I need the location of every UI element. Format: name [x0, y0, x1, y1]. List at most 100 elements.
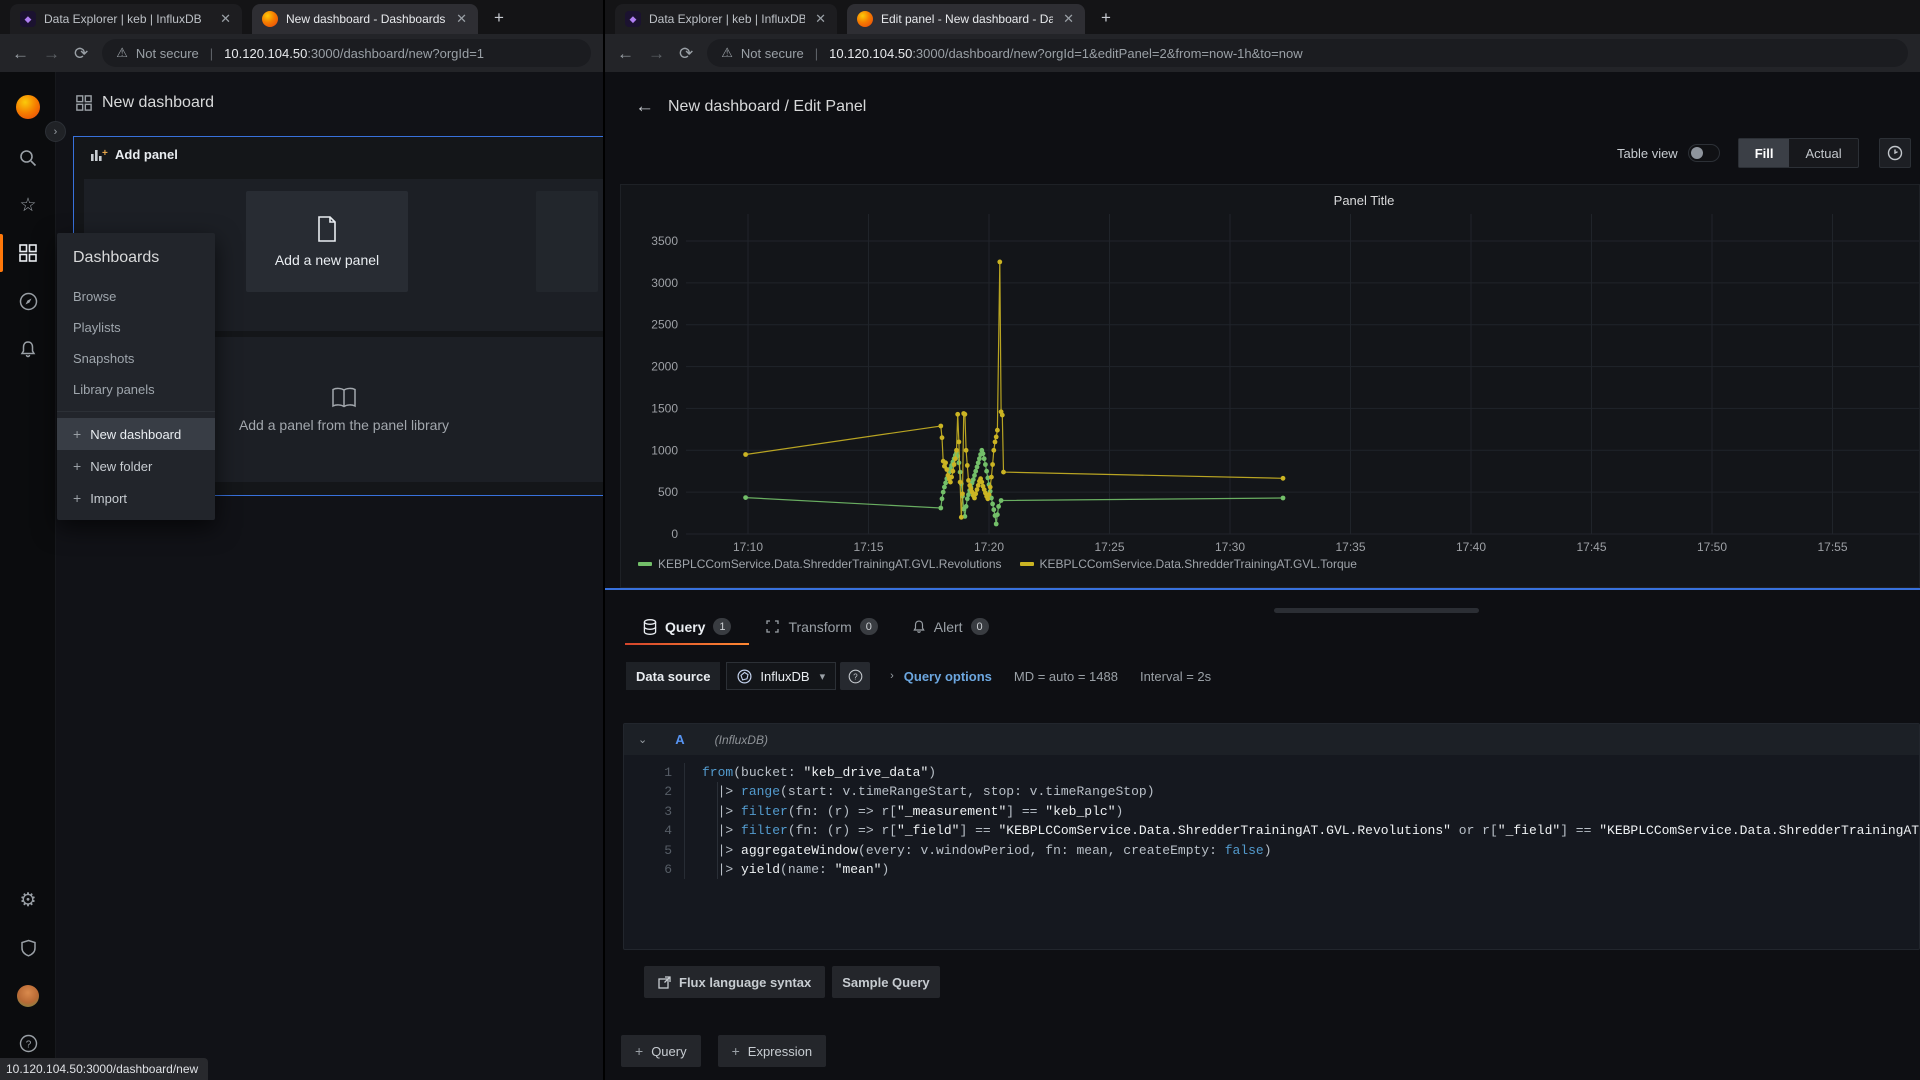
help-circle-icon: ? — [848, 669, 863, 684]
grafana-favicon-icon — [262, 11, 278, 27]
actual-button[interactable]: Actual — [1789, 139, 1857, 167]
code-line[interactable]: 3 |> filter(fn: (r) => r["_measurement"]… — [624, 802, 1919, 821]
plus-icon: + — [732, 1043, 740, 1059]
server-admin-shield-icon[interactable] — [0, 928, 56, 968]
code-line[interactable]: 6 |> yield(name: "mean") — [624, 860, 1919, 879]
close-tab-icon[interactable]: ✕ — [813, 11, 828, 27]
query-row-header[interactable]: ⌄ A (InfluxDB) — [624, 724, 1919, 755]
query-count-badge: 1 — [713, 618, 731, 635]
svg-text:1000: 1000 — [651, 443, 678, 457]
menu-action-new-dashboard[interactable]: + New dashboard — [57, 418, 215, 450]
close-tab-icon[interactable]: ✕ — [218, 11, 233, 27]
add-new-panel-card[interactable]: Add a new panel — [246, 191, 408, 292]
max-data-points-info: MD = auto = 1488 — [1014, 669, 1118, 684]
forward-button[interactable]: → — [648, 45, 665, 62]
menu-action-import[interactable]: + Import — [57, 482, 215, 514]
menu-item-browse[interactable]: Browse — [57, 281, 215, 312]
starred-icon[interactable]: ☆ — [0, 185, 56, 225]
query-options-link[interactable]: Query options — [904, 669, 992, 684]
flux-code-editor[interactable]: 1from(bucket: "keb_drive_data")2 |> rang… — [624, 755, 1919, 887]
user-avatar[interactable] — [0, 976, 56, 1016]
tab-query[interactable]: Query 1 — [643, 618, 731, 643]
sidebar-expand-button[interactable]: › — [45, 121, 66, 142]
dashboards-nav-icon[interactable] — [0, 233, 56, 273]
address-host: 10.120.104.50 — [224, 46, 307, 61]
collapse-chevron-icon[interactable]: ⌄ — [638, 733, 647, 746]
new-tab-button[interactable]: + — [486, 5, 512, 31]
chart-panel[interactable]: Panel Title 0500100015002000250030003500… — [620, 184, 1920, 588]
add-panel-title: Add panel — [115, 147, 178, 162]
svg-text:17:15: 17:15 — [853, 540, 883, 554]
grafana-logo-icon[interactable] — [0, 87, 56, 127]
browser-tab-data-explorer[interactable]: ◆ Data Explorer | keb | InfluxDB ✕ — [615, 4, 837, 34]
menu-item-library-panels[interactable]: Library panels — [57, 374, 215, 405]
toggle-knob — [1691, 147, 1703, 159]
svg-text:2500: 2500 — [651, 318, 678, 332]
add-query-button[interactable]: + Query — [621, 1035, 701, 1067]
back-button[interactable]: ← — [617, 45, 634, 62]
menu-item-playlists[interactable]: Playlists — [57, 312, 215, 343]
editor-tabs: Query 1 Transform 0 Alert 0 — [643, 618, 989, 643]
configuration-gear-icon[interactable]: ⚙ — [0, 880, 56, 920]
chevron-right-icon[interactable]: › — [890, 670, 894, 682]
time-range-clock-button[interactable] — [1879, 138, 1911, 168]
table-view-toggle[interactable] — [1688, 144, 1720, 162]
tab-transform[interactable]: Transform 0 — [765, 618, 877, 643]
flux-syntax-button[interactable]: Flux language syntax — [644, 966, 825, 998]
svg-text:0: 0 — [671, 527, 678, 541]
time-series-chart: 050010001500200025003000350017:1017:1517… — [621, 185, 1919, 587]
add-expression-button[interactable]: + Expression — [718, 1035, 827, 1067]
browser-tab-edit-panel[interactable]: Edit panel - New dashboard - Da ✕ — [847, 4, 1085, 34]
grafana-sidebar: ☆ ⚙ ? › — [0, 72, 56, 1080]
code-line[interactable]: 4 |> filter(fn: (r) => r["_field"] == "K… — [624, 821, 1919, 840]
browser-tab-data-explorer[interactable]: ◆ Data Explorer | keb | InfluxDB ✕ — [10, 4, 242, 34]
reload-button[interactable]: ⟳ — [679, 45, 693, 62]
reload-button[interactable]: ⟳ — [74, 45, 88, 62]
forward-button[interactable]: → — [43, 45, 60, 62]
menu-item-snapshots[interactable]: Snapshots — [57, 343, 215, 374]
add-panel-icon: + — [90, 148, 108, 162]
address-bar[interactable]: ⚠ Not secure | 10.120.104.50:3000/dashbo… — [707, 39, 1908, 67]
svg-text:17:30: 17:30 — [1215, 540, 1245, 554]
datasource-select[interactable]: InfluxDB ▾ — [726, 662, 836, 690]
alert-count-badge: 0 — [971, 618, 989, 635]
query-footer-buttons: Flux language syntax Sample Query — [644, 966, 940, 998]
book-icon — [331, 387, 357, 409]
add-panel-header[interactable]: + Add panel — [74, 137, 603, 162]
help-icon[interactable]: ? — [0, 1023, 56, 1063]
datasource-help-button[interactable]: ? — [840, 662, 870, 690]
datasource-row: Data source InfluxDB ▾ ? › Query options… — [626, 662, 1211, 690]
browser-status-bubble: 10.120.104.50:3000/dashboard/new — [0, 1058, 208, 1080]
chevron-down-icon: ▾ — [820, 670, 826, 683]
dashboards-flyout-menu: Dashboards Browse Playlists Snapshots Li… — [57, 233, 215, 520]
alerting-bell-icon[interactable] — [0, 329, 56, 369]
add-library-panel-label: Add a panel from the panel library — [239, 417, 449, 433]
partial-card[interactable] — [536, 191, 598, 292]
menu-divider — [57, 411, 215, 412]
back-arrow-icon[interactable]: ← — [635, 96, 654, 118]
address-bar[interactable]: ⚠ Not secure | 10.120.104.50:3000/dashbo… — [102, 39, 591, 67]
legend-item-torque[interactable]: KEBPLCComService.Data.ShredderTrainingAT… — [1020, 557, 1357, 571]
sample-query-button[interactable]: Sample Query — [832, 966, 939, 998]
browser-tab-new-dashboard[interactable]: New dashboard - Dashboards - ✕ — [252, 4, 478, 34]
svg-text:2000: 2000 — [651, 360, 678, 374]
explore-compass-icon[interactable] — [0, 281, 56, 321]
code-line[interactable]: 1from(bucket: "keb_drive_data") — [624, 763, 1919, 782]
search-icon[interactable] — [0, 138, 56, 178]
code-line[interactable]: 2 |> range(start: v.timeRangeStart, stop… — [624, 782, 1919, 801]
back-button[interactable]: ← — [12, 45, 29, 62]
browser-toolbar: ← → ⟳ ⚠ Not secure | 10.120.104.50:3000/… — [0, 34, 603, 72]
close-tab-icon[interactable]: ✕ — [1061, 11, 1076, 27]
tab-alert[interactable]: Alert 0 — [912, 618, 989, 643]
svg-text:17:55: 17:55 — [1817, 540, 1847, 554]
new-tab-button[interactable]: + — [1093, 5, 1119, 31]
fill-button[interactable]: Fill — [1739, 139, 1790, 167]
splitter-drag-handle[interactable] — [1274, 608, 1479, 613]
menu-action-new-folder[interactable]: + New folder — [57, 450, 215, 482]
edit-panel-header: ← New dashboard / Edit Panel — [635, 96, 866, 118]
close-tab-icon[interactable]: ✕ — [454, 11, 469, 27]
tab-title: New dashboard - Dashboards - — [286, 12, 446, 26]
code-line[interactable]: 5 |> aggregateWindow(every: v.windowPeri… — [624, 841, 1919, 860]
svg-text:17:20: 17:20 — [974, 540, 1004, 554]
legend-item-revolutions[interactable]: KEBPLCComService.Data.ShredderTrainingAT… — [638, 557, 1002, 571]
